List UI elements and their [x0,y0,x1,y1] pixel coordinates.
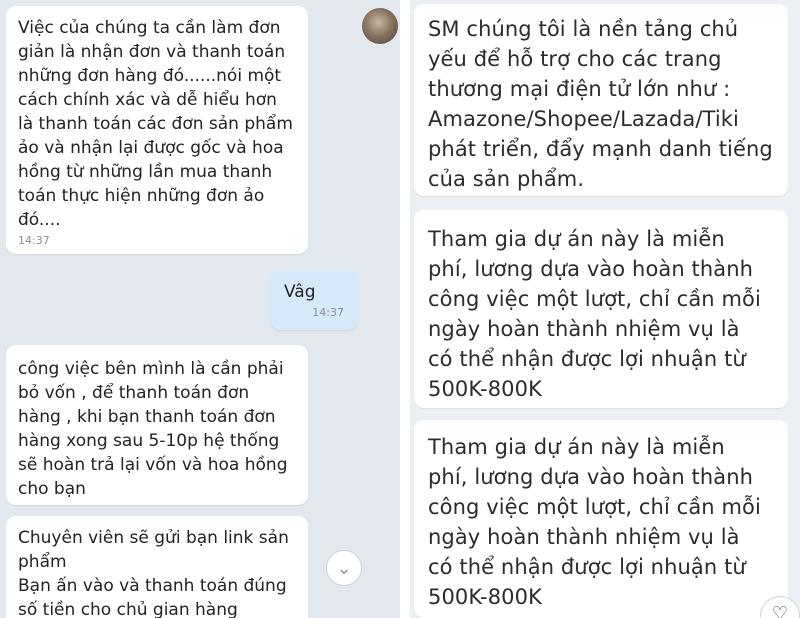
scroll-down-button[interactable]: ⌄ [326,550,362,586]
message-text: Chuyên viên sẽ gửi bạn link sản phẩm Bạn… [18,528,289,618]
message-bubble: công việc bên mình là cần phải bỏ vốn , … [6,345,308,505]
message-text: Tham gia dự án này là miễn phí, lương dự… [428,227,761,401]
chevron-down-icon: ⌄ [336,558,352,579]
heart-icon: ♡ [771,603,789,618]
message-text: SM chúng tôi là nền tảng chủ yếu để hỗ t… [428,17,773,191]
message-text: Vâg [284,282,316,302]
message-bubble: Tham gia dự án này là miễn phí, lương dự… [414,420,788,618]
left-chat-panel: Việc của chúng ta cần làm đơn giản là nh… [0,0,400,618]
message-bubble: Việc của chúng ta cần làm đơn giản là nh… [6,6,308,254]
message-text: Việc của chúng ta cần làm đơn giản là nh… [18,18,293,230]
panel-divider [400,0,410,618]
message-time: 14:37 [312,306,344,319]
sent-message-bubble: Vâg 14:37 [270,270,358,330]
right-chat-panel: SM chúng tôi là nền tảng chủ yếu để hỗ t… [410,0,800,618]
message-time: 14:37 [18,234,50,247]
avatar[interactable] [362,8,398,44]
message-bubble: Tham gia dự án này là miễn phí, lương dự… [414,210,788,408]
message-bubble: SM chúng tôi là nền tảng chủ yếu để hỗ t… [414,4,788,196]
message-text: công việc bên mình là cần phải bỏ vốn , … [18,359,288,499]
message-text: Tham gia dự án này là miễn phí, lương dự… [428,435,761,609]
message-bubble: Chuyên viên sẽ gửi bạn link sản phẩm Bạn… [6,516,308,618]
